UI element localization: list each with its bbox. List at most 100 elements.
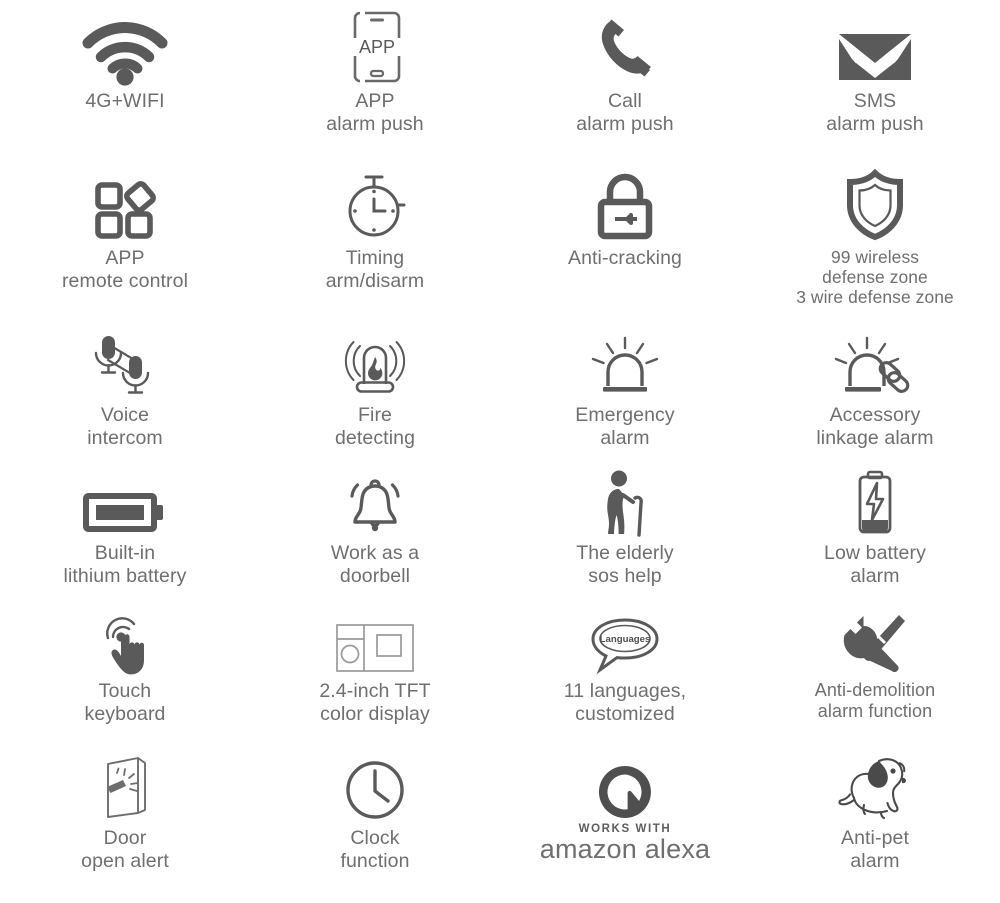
label-line: intercom bbox=[87, 427, 163, 450]
feature-cell-anti-pet-alarm: Anti-pet alarm bbox=[750, 745, 1000, 903]
label-line: defense zone bbox=[796, 267, 954, 287]
alexa-ring-icon bbox=[570, 749, 680, 821]
label-line: Low battery bbox=[824, 542, 926, 565]
label-line: arm/disarm bbox=[326, 270, 425, 293]
app-tiles-icon bbox=[70, 159, 180, 241]
feature-label: Work as a doorbell bbox=[331, 542, 419, 587]
label-line: APP bbox=[326, 90, 423, 113]
label-line: alarm push bbox=[326, 113, 423, 136]
label-line: customized bbox=[564, 703, 686, 726]
siren-icon bbox=[570, 324, 680, 398]
feature-cell-anti-cracking: Anti-cracking bbox=[500, 155, 750, 320]
label-line: open alert bbox=[81, 850, 169, 873]
feature-cell-timing-arm-disarm: Timing arm/disarm bbox=[250, 155, 500, 320]
feature-cell-accessory-linkage-alarm: Accessory linkage alarm bbox=[750, 320, 1000, 460]
label-line: Anti-pet bbox=[841, 827, 909, 850]
envelope-icon bbox=[820, 4, 930, 84]
label-line: 99 wireless bbox=[796, 247, 954, 267]
label-line: color display bbox=[319, 703, 430, 726]
feature-cell-door-open-alert: Door open alert bbox=[0, 745, 250, 903]
label-line: alarm function bbox=[815, 701, 936, 722]
label-line: alarm push bbox=[576, 113, 673, 136]
feature-cell-app-remote-control: APP remote control bbox=[0, 155, 250, 320]
label-line: Clock bbox=[340, 827, 409, 850]
phone-handset-icon bbox=[570, 4, 680, 84]
feature-label: Fire detecting bbox=[335, 404, 415, 449]
label-line: lithium battery bbox=[64, 565, 187, 588]
languages-glyph-text: Languages bbox=[600, 634, 651, 645]
label-line: Timing bbox=[326, 247, 425, 270]
app-phone-icon: APP bbox=[320, 4, 430, 84]
feature-label: 4G+WIFI bbox=[85, 90, 164, 113]
feature-label: 11 languages, customized bbox=[564, 680, 686, 725]
battery-low-icon bbox=[820, 464, 930, 536]
label-line: Accessory bbox=[816, 404, 933, 427]
feature-cell-sms-alarm-push: SMS alarm push bbox=[750, 0, 1000, 155]
label-line: Voice bbox=[87, 404, 163, 427]
feature-cell-anti-demolition: Anti-demolition alarm function bbox=[750, 600, 1000, 745]
label-line: Door bbox=[81, 827, 169, 850]
feature-cell-defense-zones: 99 wireless defense zone 3 wire defense … bbox=[750, 155, 1000, 320]
label-line: 4G+WIFI bbox=[85, 90, 164, 113]
padlock-icon bbox=[570, 159, 680, 241]
feature-label: Door open alert bbox=[81, 827, 169, 872]
label-line: remote control bbox=[62, 270, 188, 293]
amazon-alexa-wordmark: amazon alexa bbox=[540, 836, 711, 863]
tools-icon bbox=[820, 604, 930, 674]
stopwatch-icon bbox=[320, 159, 430, 241]
feature-label: 99 wireless defense zone 3 wire defense … bbox=[796, 247, 954, 308]
feature-label: The elderly sos help bbox=[576, 542, 674, 587]
feature-label: APP remote control bbox=[62, 247, 188, 292]
label-line: Fire bbox=[335, 404, 415, 427]
feature-cell-voice-intercom: Voice intercom bbox=[0, 320, 250, 460]
feature-label: Emergency alarm bbox=[575, 404, 675, 449]
label-line: Emergency bbox=[575, 404, 675, 427]
feature-cell-works-with-alexa: WORKS WITH amazon alexa bbox=[500, 745, 750, 903]
feature-cell-app-alarm-push: APP APP alarm push bbox=[250, 0, 500, 155]
label-line: alarm bbox=[841, 850, 909, 873]
wifi-icon bbox=[70, 4, 180, 84]
label-line: Touch bbox=[84, 680, 165, 703]
app-glyph-text: APP bbox=[359, 37, 395, 57]
feature-label: Accessory linkage alarm bbox=[816, 404, 933, 449]
feature-label: Low battery alarm bbox=[824, 542, 926, 587]
feature-cell-tft-color-display: 2.4-inch TFT color display bbox=[250, 600, 500, 745]
feature-cell-work-as-doorbell: Work as a doorbell bbox=[250, 460, 500, 600]
feature-grid: 4G+WIFI APP APP alarm push bbox=[0, 0, 1000, 903]
touch-hand-icon bbox=[70, 604, 180, 674]
feature-cell-builtin-lithium-battery: Built-in lithium battery bbox=[0, 460, 250, 600]
elderly-person-icon bbox=[570, 464, 680, 536]
clock-icon bbox=[320, 749, 430, 821]
label-line: Work as a bbox=[331, 542, 419, 565]
feature-label: Anti-demolition alarm function bbox=[815, 680, 936, 722]
door-open-icon bbox=[70, 749, 180, 821]
label-line: detecting bbox=[335, 427, 415, 450]
feature-label: Touch keyboard bbox=[84, 680, 165, 725]
feature-cell-low-battery-alarm: Low battery alarm bbox=[750, 460, 1000, 600]
feature-cell-11-languages: Languages 11 languages, customized bbox=[500, 600, 750, 745]
label-line: alarm push bbox=[826, 113, 923, 136]
two-microphones-icon bbox=[70, 324, 180, 398]
label-line: Built-in bbox=[64, 542, 187, 565]
feature-cell-emergency-alarm: Emergency alarm bbox=[500, 320, 750, 460]
feature-cell-clock-function: Clock function bbox=[250, 745, 500, 903]
label-line: Anti-demolition bbox=[815, 680, 936, 701]
feature-cell-call-alarm-push: Call alarm push bbox=[500, 0, 750, 155]
label-line: keyboard bbox=[84, 703, 165, 726]
label-line: 11 languages, bbox=[564, 680, 686, 703]
dog-icon bbox=[820, 749, 930, 821]
feature-label: Call alarm push bbox=[576, 90, 673, 135]
label-line: SMS bbox=[826, 90, 923, 113]
feature-label: Anti-pet alarm bbox=[841, 827, 909, 872]
feature-label: Voice intercom bbox=[87, 404, 163, 449]
bell-icon bbox=[320, 464, 430, 536]
feature-label: Timing arm/disarm bbox=[326, 247, 425, 292]
label-line: Call bbox=[576, 90, 673, 113]
label-line: 2.4-inch TFT bbox=[319, 680, 430, 703]
label-line: 3 wire defense zone bbox=[796, 287, 954, 307]
feature-cell-4g-wifi: 4G+WIFI bbox=[0, 0, 250, 155]
label-line: doorbell bbox=[331, 565, 419, 588]
label-line: Anti-cracking bbox=[568, 247, 682, 270]
fire-detector-icon bbox=[320, 324, 430, 398]
feature-label: Clock function bbox=[340, 827, 409, 872]
